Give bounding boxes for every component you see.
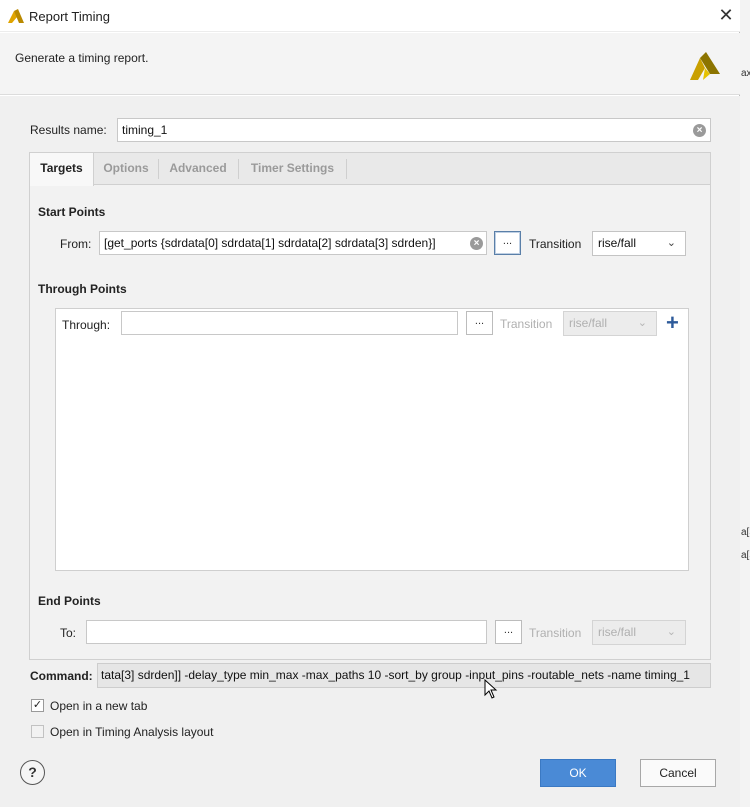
tab-strip: Targets Options Advanced Timer Settings [30,153,710,186]
to-transition-value: rise/fall [598,625,637,639]
results-name-label: Results name: [30,123,107,137]
ok-button[interactable]: OK [540,759,616,787]
through-label: Through: [62,318,111,332]
to-transition-select: rise/fall ⌄ [592,620,686,645]
results-name-input[interactable]: timing_1 [117,118,711,142]
open-new-tab-label: Open in a new tab [50,699,148,713]
chevron-down-icon: ⌄ [666,626,676,638]
open-new-tab-checkbox[interactable]: ✓ [31,699,44,712]
mouse-cursor-icon [484,679,498,699]
open-timing-layout-checkbox[interactable] [31,725,44,738]
from-input[interactable]: [get_ports {sdrdata[0] sdrdata[1] sdrdat… [99,231,487,255]
tab-timer-settings[interactable]: Timer Settings [240,153,345,185]
start-points-heading: Start Points [38,205,106,219]
xilinx-logo-icon [690,52,720,80]
through-points-list [55,308,689,571]
add-icon[interactable]: + [666,312,679,334]
from-transition-label: Transition [529,237,582,251]
background-text: a[3 [741,527,750,538]
help-button[interactable]: ? [20,760,45,785]
tab-divider [158,159,159,179]
title-bar[interactable]: Report Timing ✕ [0,0,740,32]
to-browse-button[interactable]: ... [495,620,522,644]
report-timing-dialog: Report Timing ✕ Generate a timing report… [0,0,740,807]
clear-icon[interactable]: × [693,124,706,137]
open-timing-layout-label: Open in Timing Analysis layout [50,725,214,739]
through-points-heading: Through Points [38,282,127,296]
cancel-button[interactable]: Cancel [640,759,716,787]
through-input[interactable] [121,311,458,335]
to-transition-label: Transition [529,626,582,640]
through-transition-label: Transition [500,317,553,331]
clear-icon[interactable]: × [470,237,483,250]
background-text: a[3 [741,550,750,561]
tab-targets[interactable]: Targets [30,153,94,186]
close-icon[interactable]: ✕ [716,5,736,25]
window-title: Report Timing [29,9,110,24]
end-points-heading: End Points [38,594,101,608]
vivado-logo-icon [8,9,24,23]
from-browse-button[interactable]: ... [494,231,521,255]
through-transition-select: rise/fall ⌄ [563,311,657,336]
from-label: From: [60,237,92,251]
chevron-down-icon: ⌄ [666,237,676,249]
to-input[interactable] [86,620,487,644]
tab-divider [346,159,347,179]
through-transition-value: rise/fall [569,316,608,330]
dialog-header: Generate a timing report. [0,33,740,95]
command-label: Command: [30,669,93,683]
command-field[interactable]: tata[3] sdrden]] -delay_type min_max -ma… [97,663,711,688]
from-transition-value: rise/fall [598,236,637,250]
tab-options[interactable]: Options [96,153,156,185]
dialog-description: Generate a timing report. [15,51,149,65]
through-browse-button[interactable]: ... [466,311,493,335]
background-text: ax [741,68,750,79]
chevron-down-icon: ⌄ [637,317,647,329]
tab-advanced[interactable]: Advanced [160,153,236,185]
tab-divider [238,159,239,179]
to-label: To: [60,626,77,640]
from-transition-select[interactable]: rise/fall ⌄ [592,231,686,256]
